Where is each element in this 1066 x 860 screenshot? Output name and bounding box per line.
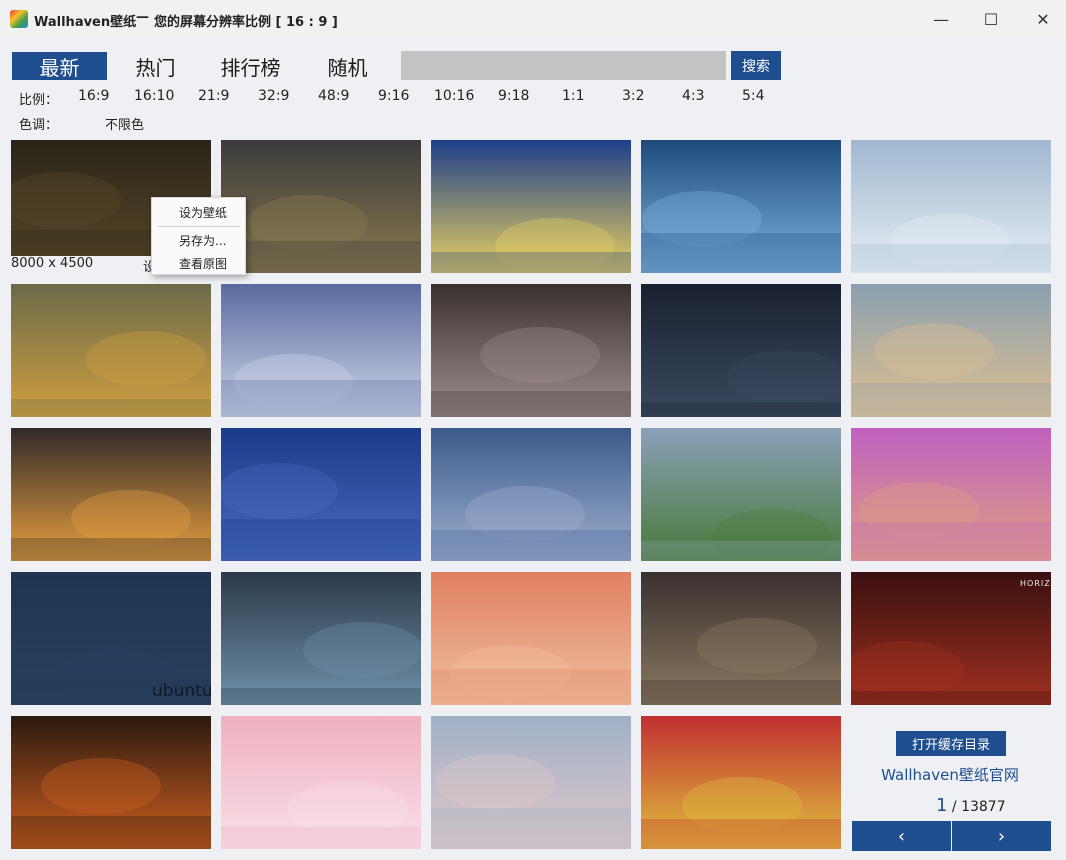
ratio-option[interactable]: 3:2 <box>622 88 645 104</box>
ratio-option[interactable]: 1:1 <box>562 88 585 104</box>
ratio-option[interactable]: 9:16 <box>378 88 409 104</box>
thumbnail-sunset-lake[interactable] <box>11 428 211 561</box>
thumbnail-pink-hair-anime[interactable] <box>221 716 421 849</box>
thumbnail-starry-wave[interactable] <box>431 140 631 273</box>
minimize-icon[interactable]: — <box>918 0 964 38</box>
thumbnail-lake-town-dusk[interactable] <box>431 428 631 561</box>
ratio-option[interactable]: 5:4 <box>742 88 765 104</box>
thumbnail-night-harbor-town[interactable] <box>221 428 421 561</box>
thumbnail-colorful-characters[interactable] <box>641 716 841 849</box>
resolution-ratio-title: 您的屏幕分辨率比例 [ 16 : 9 ] <box>154 15 338 30</box>
current-page: 1 <box>936 795 948 816</box>
open-cache-folder-button[interactable]: 打开缓存目录 <box>896 731 1006 756</box>
tab-random[interactable]: 随机 <box>310 52 385 80</box>
thumbnail-car-snow-forest[interactable] <box>851 140 1051 273</box>
thumbnail-anime-girls[interactable] <box>221 284 421 417</box>
official-site-link[interactable]: Wallhaven壁纸官网 <box>850 764 1050 785</box>
ratio-option[interactable]: 16:9 <box>78 88 109 104</box>
app-name: Wallhaven壁纸 <box>34 15 137 30</box>
thumbnail-woman-game-character[interactable] <box>641 572 841 705</box>
app-logo-icon <box>10 10 28 28</box>
image-resolution: 8000 x 4500 <box>11 256 94 271</box>
thumbnail-sunset-clouds[interactable] <box>221 140 421 273</box>
thumbnail-dark-lake-night[interactable] <box>641 284 841 417</box>
title-separator: — <box>136 10 149 25</box>
next-page-button[interactable]: › <box>952 821 1051 851</box>
tab-latest[interactable]: 最新 <box>12 52 107 80</box>
thumbnail-purple-hair-girl[interactable] <box>851 428 1051 561</box>
menu-view-original[interactable]: 查看原图 <box>152 253 245 275</box>
close-icon[interactable]: ✕ <box>1020 0 1066 38</box>
title-bar: Wallhaven壁纸 — 您的屏幕分辨率比例 [ 16 : 9 ] — ☐ ✕ <box>0 0 1066 38</box>
tab-popular[interactable]: 热门 <box>118 52 193 80</box>
thumbnail-horizon-zero-dawn[interactable] <box>851 572 1051 705</box>
ratio-option[interactable]: 10:16 <box>434 88 474 104</box>
color-option-any[interactable]: 不限色 <box>105 114 144 133</box>
ratio-option[interactable]: 48:9 <box>318 88 349 104</box>
ratio-option[interactable]: 16:10 <box>134 88 174 104</box>
ratio-option[interactable]: 4:3 <box>682 88 705 104</box>
thumbnail-fire-warrior[interactable] <box>11 716 211 849</box>
tab-ranking[interactable]: 排行榜 <box>208 52 293 80</box>
ratio-option[interactable]: 21:9 <box>198 88 229 104</box>
prev-page-button[interactable]: ‹ <box>852 821 951 851</box>
maximize-icon[interactable]: ☐ <box>968 0 1014 38</box>
ratio-label: 比例： <box>19 93 59 108</box>
thumbnail-car-snow-road[interactable] <box>641 140 841 273</box>
ubuntu-logo-text: ubuntu <box>152 681 213 701</box>
menu-set-wallpaper[interactable]: 设为壁纸 <box>152 202 245 224</box>
color-label: 色调： <box>19 118 59 133</box>
page-indicator: 1 / 13877 <box>936 795 1006 816</box>
search-button[interactable]: 搜索 <box>731 51 781 80</box>
thumbnail-red-hair-girl-art[interactable] <box>431 572 631 705</box>
context-menu: 设为壁纸 另存为... 查看原图 <box>151 197 246 275</box>
total-pages: / 13877 <box>951 799 1006 815</box>
menu-divider <box>158 226 240 227</box>
horizon-logo-text: HORIZON <box>1020 579 1065 588</box>
ratio-option[interactable]: 32:9 <box>258 88 289 104</box>
ratio-option[interactable]: 9:18 <box>498 88 529 104</box>
search-input[interactable] <box>401 51 726 80</box>
menu-save-as[interactable]: 另存为... <box>152 230 245 252</box>
thumbnail-car-autumn-road[interactable] <box>11 284 211 417</box>
thumbnail-clouds-horizon[interactable] <box>221 572 421 705</box>
thumbnail-mountain-lake-ship[interactable] <box>851 284 1051 417</box>
thumbnail-wind-turbines[interactable] <box>641 428 841 561</box>
thumbnail-collage-photos[interactable] <box>431 284 631 417</box>
thumbnail-street-lamp-birds[interactable] <box>431 716 631 849</box>
